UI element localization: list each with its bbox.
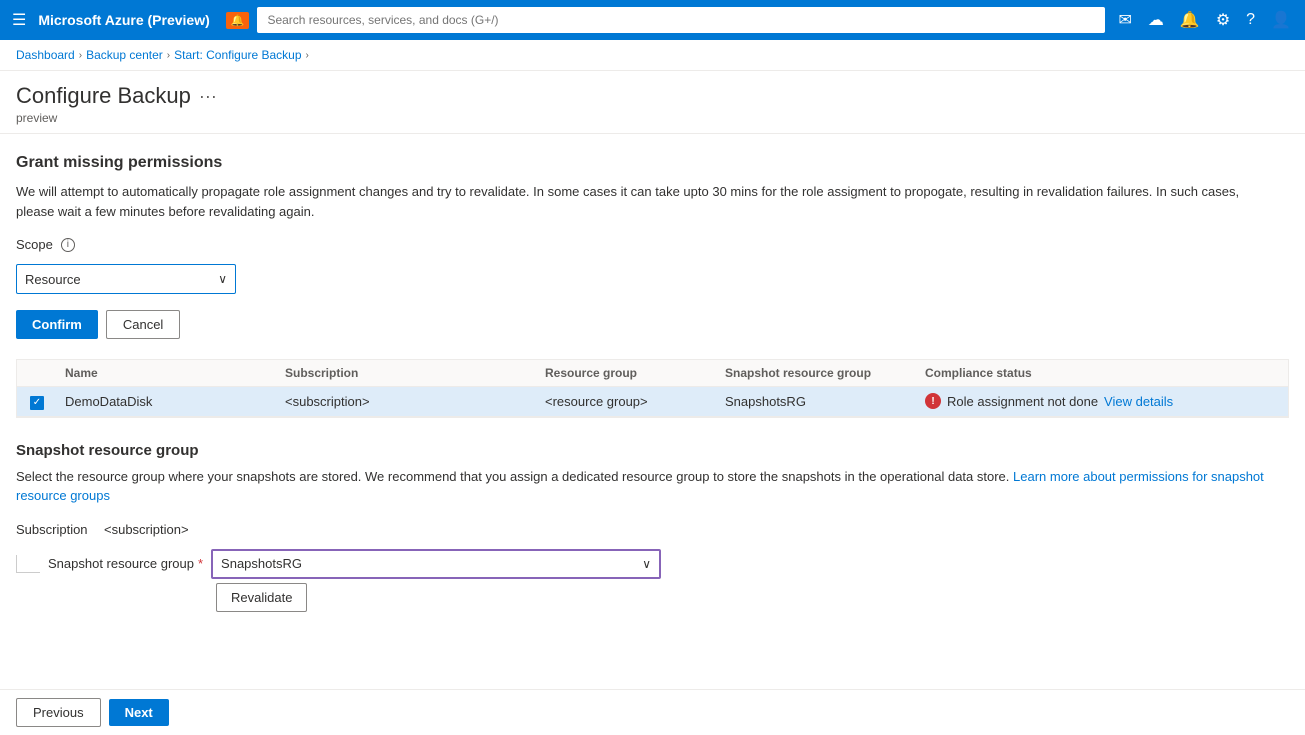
snapshot-form: Subscription <subscription> Snapshot res… <box>16 522 1289 579</box>
next-button[interactable]: Next <box>109 699 169 726</box>
snapshot-rg-dropdown-arrow: ∨ <box>642 557 651 571</box>
snapshot-section-title: Snapshot resource group <box>16 442 1289 459</box>
breadcrumb: Dashboard › Backup center › Start: Confi… <box>0 40 1305 71</box>
page-title: Configure Backup <box>16 83 191 109</box>
subscription-value: <subscription> <box>104 522 189 537</box>
preview-badge: 🔔 <box>226 12 250 29</box>
snapshot-rg-label-wrapper: Snapshot resource group * <box>16 555 203 573</box>
breadcrumb-configure-backup[interactable]: Start: Configure Backup <box>174 48 301 62</box>
page-header: Configure Backup ··· preview <box>0 71 1305 134</box>
subscription-label: Subscription <box>16 522 96 537</box>
snapshot-rg-row: Snapshot resource group * SnapshotsRG ∨ <box>16 549 1289 579</box>
view-details-link[interactable]: View details <box>1104 394 1173 409</box>
confirm-button[interactable]: Confirm <box>16 310 98 339</box>
scope-dropdown-arrow: ∨ <box>218 272 227 286</box>
email-icon[interactable]: ✉ <box>1113 6 1138 34</box>
subscription-row: Subscription <subscription> <box>16 522 1289 537</box>
scope-dropdown-wrapper: Resource ∨ <box>16 264 1289 294</box>
required-star: * <box>198 556 203 571</box>
breadcrumb-backup-center[interactable]: Backup center <box>86 48 163 62</box>
snapshot-desc: Select the resource group where your sna… <box>16 467 1289 506</box>
grant-section: Grant missing permissions We will attemp… <box>16 154 1289 339</box>
row-subscription: <subscription> <box>277 394 477 409</box>
main-content: Grant missing permissions We will attemp… <box>0 134 1305 691</box>
breadcrumb-dashboard[interactable]: Dashboard <box>16 48 75 62</box>
app-title: Microsoft Azure (Preview) <box>38 12 209 28</box>
scope-info-icon[interactable]: i <box>61 238 75 252</box>
revalidate-button[interactable]: Revalidate <box>216 583 307 612</box>
scope-dropdown[interactable]: Resource ∨ <box>16 264 236 294</box>
snapshot-rg-label: Snapshot resource group <box>48 556 194 571</box>
row-status-text: Role assignment not done <box>947 394 1098 409</box>
page-subtitle: preview <box>16 111 1289 125</box>
page-menu-icon[interactable]: ··· <box>199 86 217 107</box>
breadcrumb-sep-2: › <box>167 50 170 61</box>
col-header-snapshot-rg: Snapshot resource group <box>717 366 917 380</box>
cancel-button[interactable]: Cancel <box>106 310 180 339</box>
confirm-cancel-row: Confirm Cancel <box>16 310 1289 339</box>
breadcrumb-sep-3: › <box>306 50 309 61</box>
col-header-subscription: Subscription <box>277 366 477 380</box>
col-header-check <box>17 366 57 380</box>
row-resource-group: <resource group> <box>537 394 717 409</box>
previous-button[interactable]: Previous <box>16 698 101 727</box>
grant-section-title: Grant missing permissions <box>16 154 1289 172</box>
checkbox-checked-icon: ✓ <box>30 396 44 410</box>
col-header-name: Name <box>57 366 277 380</box>
row-snapshot-rg: SnapshotsRG <box>717 394 917 409</box>
search-input[interactable] <box>257 7 1104 33</box>
scope-label: Scope <box>16 237 53 252</box>
col-header-rg: Resource group <box>537 366 717 380</box>
snapshot-rg-dropdown[interactable]: SnapshotsRG ∨ <box>211 549 661 579</box>
indent-connector <box>16 555 40 573</box>
top-nav: ☰ Microsoft Azure (Preview) 🔔 ✉ ☁ 🔔 ⚙ ? … <box>0 0 1305 40</box>
footer: Previous Next <box>0 689 1305 735</box>
nav-icons: ✉ ☁ 🔔 ⚙ ? 👤 <box>1113 6 1298 34</box>
hamburger-menu[interactable]: ☰ <box>8 6 30 34</box>
bell-icon[interactable]: 🔔 <box>1174 6 1206 34</box>
col-header-blank <box>477 366 537 380</box>
row-name: DemoDataDisk <box>57 394 277 409</box>
snapshot-rg-value: SnapshotsRG <box>221 556 302 571</box>
table-header-row: Name Subscription Resource group Snapsho… <box>17 360 1288 387</box>
cloud-icon[interactable]: ☁ <box>1142 6 1170 34</box>
settings-icon[interactable]: ⚙ <box>1210 6 1236 34</box>
error-icon: ! <box>925 393 941 409</box>
snapshot-section: Snapshot resource group Select the resou… <box>16 442 1289 612</box>
user-icon[interactable]: 👤 <box>1265 6 1297 34</box>
col-header-status: Compliance status <box>917 366 1288 380</box>
row-status: ! Role assignment not done View details <box>917 393 1288 409</box>
resources-table: Name Subscription Resource group Snapsho… <box>16 359 1289 418</box>
scope-dropdown-value: Resource <box>25 272 81 287</box>
help-icon[interactable]: ? <box>1240 6 1261 34</box>
snapshot-desc-text: Select the resource group where your sna… <box>16 469 1009 484</box>
table-row: ✓ DemoDataDisk <subscription> <resource … <box>17 387 1288 417</box>
scope-row: Scope i <box>16 237 1289 252</box>
grant-section-desc: We will attempt to automatically propaga… <box>16 182 1276 221</box>
row-checkbox[interactable]: ✓ <box>17 393 57 410</box>
breadcrumb-sep-1: › <box>79 50 82 61</box>
